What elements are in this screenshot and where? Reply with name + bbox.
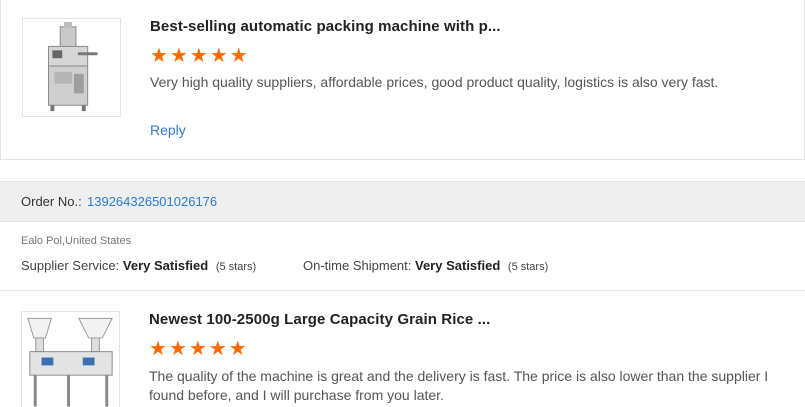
buyer-info: Ealo Pol,United States xyxy=(21,235,132,247)
shipment-rating: On-time Shipment: Very Satisfied (5 star… xyxy=(303,258,548,273)
star-icon: ★ xyxy=(169,45,188,67)
supplier-service-stars: (5 stars) xyxy=(215,261,257,273)
shipment-label: On-time Shipment: xyxy=(303,258,412,273)
star-icon: ★ xyxy=(150,45,168,67)
shipment-value: Very Satisfied xyxy=(415,258,501,273)
star-icon: ★ xyxy=(188,338,207,360)
star-icon: ★ xyxy=(228,338,247,360)
reply-link[interactable]: Reply xyxy=(150,122,186,138)
spacer xyxy=(0,160,805,181)
shipment-stars: (5 stars) xyxy=(507,261,549,273)
rating-stars: ★ ★ ★ ★ ★ xyxy=(149,338,247,360)
order-number-label: Order No.: xyxy=(21,194,82,209)
star-icon: ★ xyxy=(149,338,167,360)
star-icon: ★ xyxy=(208,338,227,360)
divider xyxy=(0,290,805,291)
product-thumbnail[interactable] xyxy=(21,311,120,407)
packing-machine-image xyxy=(47,21,98,112)
rating-stars: ★ ★ ★ ★ ★ xyxy=(150,45,248,67)
star-icon: ★ xyxy=(189,45,208,67)
grain-filling-machine-image xyxy=(27,317,113,407)
star-icon: ★ xyxy=(229,45,248,67)
order-header: Order No.: 139264326501026176 xyxy=(0,181,805,222)
star-icon: ★ xyxy=(168,338,187,360)
order-number-link[interactable]: 139264326501026176 xyxy=(87,194,217,209)
supplier-service-rating: Supplier Service: Very Satisfied (5 star… xyxy=(21,258,256,273)
review-text: The quality of the machine is great and … xyxy=(149,368,769,403)
review-text: Very high quality suppliers, affordable … xyxy=(150,74,719,90)
star-icon: ★ xyxy=(209,45,228,67)
review-card: Best-selling automatic packing machine w… xyxy=(0,0,805,160)
product-thumbnail[interactable] xyxy=(22,18,121,117)
supplier-service-label: Supplier Service: xyxy=(21,258,120,273)
product-title-link[interactable]: Newest 100-2500g Large Capacity Grain Ri… xyxy=(149,311,490,328)
product-title-link[interactable]: Best-selling automatic packing machine w… xyxy=(150,18,501,35)
supplier-service-value: Very Satisfied xyxy=(122,258,209,273)
